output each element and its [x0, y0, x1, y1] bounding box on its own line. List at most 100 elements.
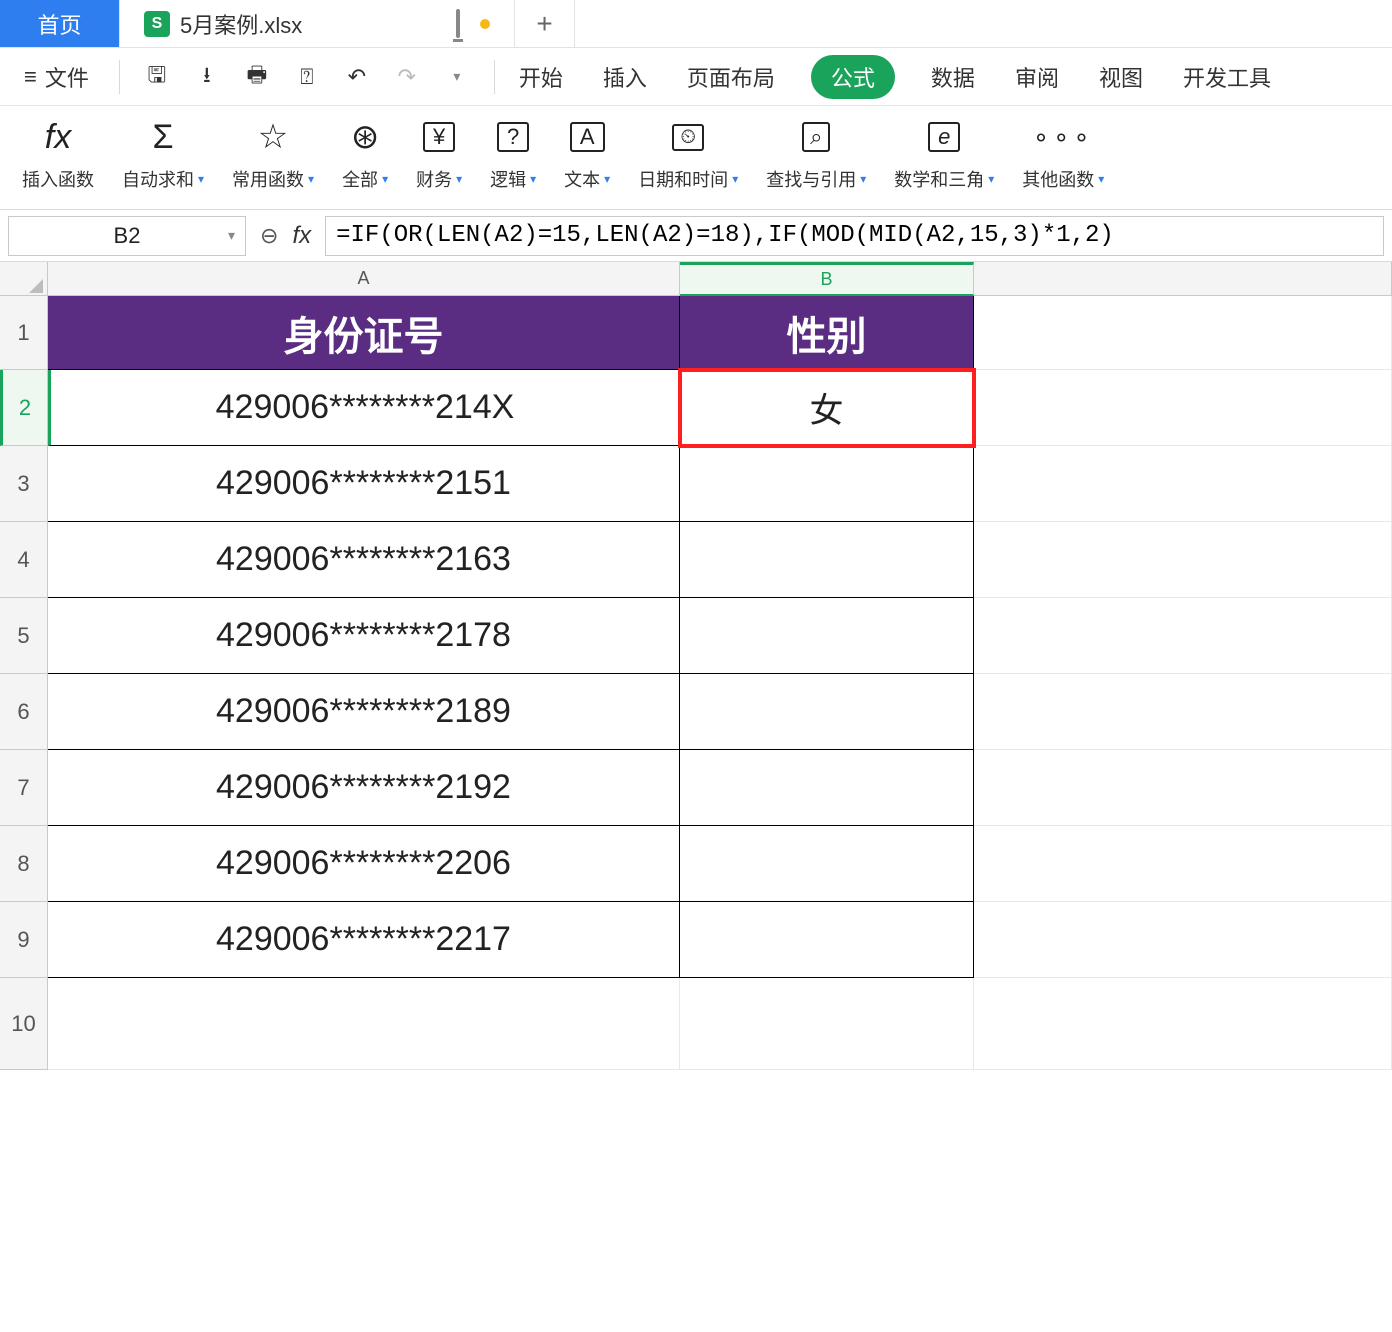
cell-blank[interactable]: [974, 598, 1392, 674]
tab-file[interactable]: S 5月案例.xlsx: [120, 0, 515, 47]
row-header-2[interactable]: 2: [0, 370, 48, 446]
row-header-9[interactable]: 9: [0, 902, 48, 978]
datetime-functions-button[interactable]: ⏲ 日期和时间▾: [626, 114, 750, 194]
cell-A4[interactable]: 429006********2163: [48, 522, 680, 598]
logic-functions-label: 逻辑: [490, 166, 526, 192]
fx-icon: fx: [45, 116, 71, 158]
select-all-corner[interactable]: [0, 262, 48, 296]
redo-button[interactable]: ↷: [384, 54, 430, 100]
ribbon-tab-start[interactable]: 开始: [515, 55, 567, 99]
row-header-10[interactable]: 10: [0, 978, 48, 1070]
tab-file-status: [456, 11, 490, 37]
question-icon: ?: [497, 122, 529, 152]
other-functions-button[interactable]: ∘∘∘ 其他函数▾: [1010, 114, 1116, 194]
name-box[interactable]: B2 ▾: [8, 216, 246, 256]
column-header-A[interactable]: A: [48, 262, 680, 296]
chevron-down-icon: ▾: [988, 172, 994, 186]
row-header-1[interactable]: 1: [0, 296, 48, 370]
cell-blank[interactable]: [974, 446, 1392, 522]
print-button[interactable]: 🖶: [234, 54, 280, 100]
zoom-out-icon[interactable]: ⊖: [260, 223, 278, 249]
row-header-6[interactable]: 6: [0, 674, 48, 750]
cell-B5[interactable]: [680, 598, 974, 674]
cell-blank[interactable]: [974, 296, 1392, 370]
ribbon-tab-formula[interactable]: 公式: [811, 55, 895, 99]
finance-functions-button[interactable]: ¥ 财务▾: [404, 114, 474, 194]
ribbon-tab-data[interactable]: 数据: [927, 55, 979, 99]
text-functions-label: 文本: [564, 166, 600, 192]
column-header-blank[interactable]: [974, 262, 1392, 296]
new-tab-button[interactable]: +: [515, 0, 575, 47]
common-functions-button[interactable]: ☆ 常用函数▾: [220, 114, 326, 194]
cell-blank[interactable]: [974, 370, 1392, 446]
cell-B7[interactable]: [680, 750, 974, 826]
cell-blank[interactable]: [974, 978, 1392, 1070]
unsaved-dot-icon: [480, 19, 490, 29]
separator: [494, 60, 495, 94]
ribbon-tab-page-layout[interactable]: 页面布局: [683, 55, 779, 99]
cell-B1[interactable]: 性别: [680, 296, 974, 370]
cell-B4[interactable]: [680, 522, 974, 598]
insert-function-button[interactable]: fx 插入函数: [10, 114, 106, 194]
cell-B6[interactable]: [680, 674, 974, 750]
cell-A9[interactable]: 429006********2217: [48, 902, 680, 978]
tab-home-label: 首页: [37, 8, 81, 40]
row-header-8[interactable]: 8: [0, 826, 48, 902]
cell-B2[interactable]: 女: [680, 370, 974, 446]
fx-icon[interactable]: fx: [292, 222, 311, 250]
cell-A2[interactable]: 429006********214X: [48, 370, 680, 446]
print-preview-button[interactable]: ⍰: [284, 54, 330, 100]
plus-icon: +: [536, 8, 552, 40]
lookup-functions-button[interactable]: ⌕ 查找与引用▾: [754, 114, 878, 194]
cell-blank[interactable]: [974, 522, 1392, 598]
row-header-7[interactable]: 7: [0, 750, 48, 826]
math-functions-button[interactable]: e 数学和三角▾: [882, 114, 1006, 194]
ribbon-tab-review[interactable]: 审阅: [1011, 55, 1063, 99]
row-header-3[interactable]: 3: [0, 446, 48, 522]
cell-A3[interactable]: 429006********2151: [48, 446, 680, 522]
ribbon-tab-dev[interactable]: 开发工具: [1179, 55, 1275, 99]
cell-A5[interactable]: 429006********2178: [48, 598, 680, 674]
presentation-icon[interactable]: [456, 11, 460, 37]
chevron-down-icon: ▾: [1098, 172, 1104, 186]
row-header-4[interactable]: 4: [0, 522, 48, 598]
datetime-functions-label: 日期和时间: [638, 166, 728, 192]
cell-blank[interactable]: [974, 750, 1392, 826]
quick-dropdown[interactable]: ▾: [434, 54, 480, 100]
chevron-down-icon[interactable]: ▾: [228, 227, 235, 244]
cell-A10[interactable]: [48, 978, 680, 1070]
formula-input[interactable]: =IF(OR(LEN(A2)=15,LEN(A2)=18),IF(MOD(MID…: [325, 216, 1384, 256]
export-button[interactable]: ⭳: [184, 54, 230, 100]
cell-A1[interactable]: 身份证号: [48, 296, 680, 370]
more-icon: ∘∘∘: [1033, 116, 1094, 158]
cell-A6[interactable]: 429006********2189: [48, 674, 680, 750]
row-header-5[interactable]: 5: [0, 598, 48, 674]
hamburger-icon: ≡: [24, 64, 37, 90]
text-functions-button[interactable]: A 文本▾: [552, 114, 622, 194]
cell-A7[interactable]: 429006********2192: [48, 750, 680, 826]
cell-A8[interactable]: 429006********2206: [48, 826, 680, 902]
formula-bar: B2 ▾ ⊖ fx =IF(OR(LEN(A2)=15,LEN(A2)=18),…: [0, 210, 1392, 262]
save-button[interactable]: 🖫: [134, 54, 180, 100]
all-functions-button[interactable]: ⊛ 全部▾: [330, 114, 400, 194]
asterisk-circle-icon: ⊛: [351, 116, 380, 158]
cell-blank[interactable]: [974, 902, 1392, 978]
ribbon-tab-view[interactable]: 视图: [1095, 55, 1147, 99]
logic-functions-button[interactable]: ? 逻辑▾: [478, 114, 548, 194]
ribbon-tab-insert[interactable]: 插入: [599, 55, 651, 99]
cell-B9[interactable]: [680, 902, 974, 978]
chevron-down-icon: ▾: [860, 172, 866, 186]
column-header-B[interactable]: B: [680, 262, 974, 296]
cell-B10[interactable]: [680, 978, 974, 1070]
cell-B3[interactable]: [680, 446, 974, 522]
sigma-icon: Σ: [153, 116, 174, 158]
file-menu[interactable]: ≡ 文件: [8, 61, 105, 93]
autosum-button[interactable]: Σ 自动求和▾: [110, 114, 216, 194]
cell-blank[interactable]: [974, 826, 1392, 902]
cell-blank[interactable]: [974, 674, 1392, 750]
undo-button[interactable]: ↶: [334, 54, 380, 100]
letter-a-icon: A: [570, 122, 605, 152]
tab-home[interactable]: 首页: [0, 0, 120, 47]
formula-text: =IF(OR(LEN(A2)=15,LEN(A2)=18),IF(MOD(MID…: [336, 222, 1114, 249]
cell-B8[interactable]: [680, 826, 974, 902]
